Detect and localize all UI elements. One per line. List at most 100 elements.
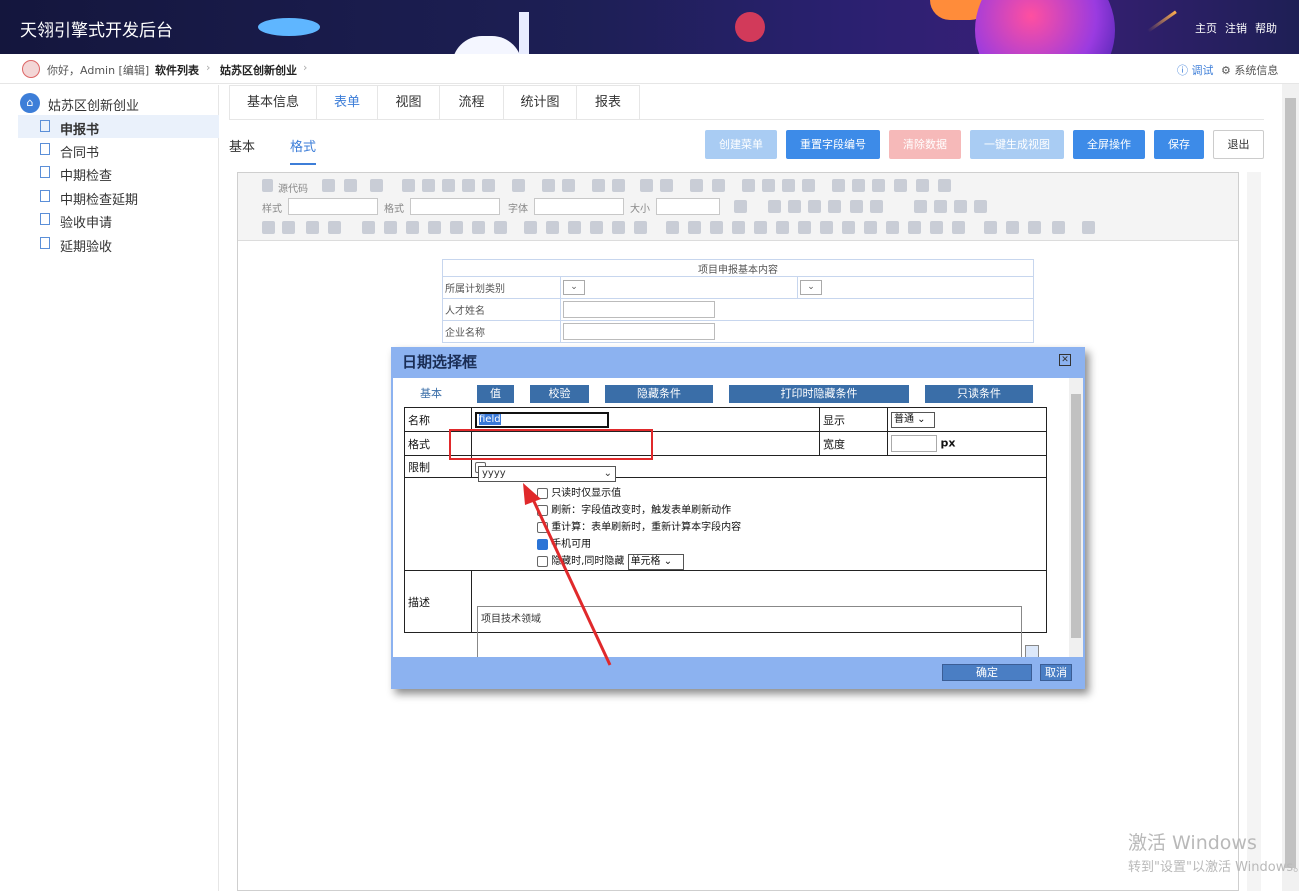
width-input[interactable] xyxy=(891,435,937,452)
preview-icon[interactable] xyxy=(344,179,357,192)
editor-scrollbar[interactable] xyxy=(1247,172,1261,891)
logout-link[interactable]: 注销 xyxy=(1225,22,1247,35)
circle-control-icon[interactable] xyxy=(886,221,899,234)
align-left-icon[interactable] xyxy=(914,200,927,213)
table-icon[interactable] xyxy=(872,179,885,192)
font-select[interactable] xyxy=(534,198,624,215)
reset-field-number-button[interactable]: 重置字段编号 xyxy=(786,130,880,159)
fullscreen-button[interactable]: 全屏操作 xyxy=(1073,130,1145,159)
underline-icon[interactable] xyxy=(808,200,821,213)
map-control-icon[interactable] xyxy=(710,221,723,234)
hide-target-select[interactable]: 单元格 ⌄ xyxy=(627,554,684,570)
div-icon[interactable] xyxy=(802,179,815,192)
image-icon[interactable] xyxy=(832,179,845,192)
spellcheck-icon[interactable] xyxy=(512,179,525,192)
checkbox-control-icon[interactable] xyxy=(262,221,275,234)
view-control-icon[interactable] xyxy=(546,221,559,234)
number-control-icon[interactable] xyxy=(930,221,943,234)
page-scrollbar[interactable] xyxy=(1282,84,1299,891)
user-control-icon[interactable] xyxy=(406,221,419,234)
greeting[interactable]: 你好，Admin [编辑] xyxy=(47,62,149,78)
bullet-list-icon[interactable] xyxy=(712,179,725,192)
generate-view-button[interactable]: 一键生成视图 xyxy=(970,130,1064,159)
hr-icon[interactable] xyxy=(894,179,907,192)
smiley-icon[interactable] xyxy=(916,179,929,192)
tab-report[interactable]: 报表 xyxy=(576,85,640,120)
cube-control-icon[interactable] xyxy=(688,221,701,234)
breadcrumb-software-list[interactable]: 软件列表 xyxy=(155,62,199,78)
eraser-icon[interactable] xyxy=(660,179,673,192)
source-icon[interactable] xyxy=(262,179,273,192)
anchor-icon[interactable] xyxy=(1028,221,1041,234)
align-right-icon[interactable] xyxy=(954,200,967,213)
bg-color-icon[interactable] xyxy=(1082,221,1095,234)
sidebar-item-delayed-acceptance[interactable]: 延期验收 xyxy=(18,232,219,255)
dialog-tab-validation[interactable]: 校验 xyxy=(530,385,589,403)
photo-control-icon[interactable] xyxy=(754,221,767,234)
calc-control-icon[interactable] xyxy=(612,221,625,234)
help-link[interactable]: 帮助 xyxy=(1255,22,1277,35)
dialog-tab-hide-condition[interactable]: 隐藏条件 xyxy=(605,385,713,403)
replace-icon[interactable] xyxy=(612,179,625,192)
format-select[interactable] xyxy=(410,198,500,215)
select-all-icon[interactable] xyxy=(640,179,653,192)
breadcrumb-current-app[interactable]: 姑苏区创新创业 xyxy=(220,62,297,78)
tab-flow[interactable]: 流程 xyxy=(439,85,504,120)
tab-chart[interactable]: 统计图 xyxy=(503,85,577,120)
name-input[interactable]: field xyxy=(475,411,609,428)
chart-control-icon[interactable] xyxy=(732,221,745,234)
align-justify-icon[interactable] xyxy=(974,200,987,213)
grid-control-icon[interactable] xyxy=(634,221,647,234)
dialog-tab-print-hide-condition[interactable]: 打印时隐藏条件 xyxy=(729,385,909,403)
display-select[interactable]: 普通 ⌄ xyxy=(891,411,935,428)
system-info-link[interactable]: ⚙ 系统信息 xyxy=(1221,62,1278,78)
link-icon[interactable] xyxy=(984,221,997,234)
bold-icon[interactable] xyxy=(768,200,781,213)
company-name-field[interactable] xyxy=(563,323,715,340)
cut-icon[interactable] xyxy=(402,179,415,192)
chevron-down-icon[interactable]: ⌄ xyxy=(800,280,822,295)
sidebar-item-midterm-check[interactable]: 中期检查 xyxy=(18,161,219,184)
close-icon[interactable]: ✕ xyxy=(1059,354,1071,366)
exit-button[interactable]: 退出 xyxy=(1213,130,1264,159)
strike-icon[interactable] xyxy=(828,200,841,213)
home-link[interactable]: 主页 xyxy=(1195,22,1217,35)
date-control-icon[interactable] xyxy=(384,221,397,234)
dialog-tab-value[interactable]: 值 xyxy=(477,385,514,403)
format-select[interactable]: yyyy ⌄ xyxy=(478,466,616,482)
chevron-down-icon[interactable]: ⌄ xyxy=(563,280,585,295)
undo-icon[interactable] xyxy=(542,179,555,192)
paste-icon[interactable] xyxy=(442,179,455,192)
description-helper-icon[interactable] xyxy=(1025,645,1039,657)
line-control-icon[interactable] xyxy=(952,221,965,234)
button-control-icon[interactable] xyxy=(524,221,537,234)
textarea-control-icon[interactable] xyxy=(328,221,341,234)
outdent-icon[interactable] xyxy=(742,179,755,192)
maximize-icon[interactable] xyxy=(734,200,747,213)
tab-view[interactable]: 视图 xyxy=(377,85,440,120)
tab-control-icon[interactable] xyxy=(568,221,581,234)
sign-control-icon[interactable] xyxy=(776,221,789,234)
redo-icon[interactable] xyxy=(562,179,575,192)
find-icon[interactable] xyxy=(592,179,605,192)
subscript-icon[interactable] xyxy=(850,200,863,213)
size-select[interactable] xyxy=(656,198,720,215)
thermometer-control-icon[interactable] xyxy=(798,221,811,234)
stop-control-icon[interactable] xyxy=(908,221,921,234)
dialog-tab-readonly-condition[interactable]: 只读条件 xyxy=(925,385,1033,403)
text-color-icon[interactable] xyxy=(1052,221,1065,234)
special-char-icon[interactable] xyxy=(938,179,951,192)
department-control-icon[interactable] xyxy=(428,221,441,234)
quote-icon[interactable] xyxy=(782,179,795,192)
source-code-button[interactable]: 源代码 xyxy=(278,180,308,195)
page-scrollbar-thumb[interactable] xyxy=(1285,98,1296,868)
sidebar-item-acceptance-request[interactable]: 验收申请 xyxy=(18,208,219,231)
italic-icon[interactable] xyxy=(788,200,801,213)
debug-link[interactable]: ⓘ 调试 xyxy=(1177,62,1214,78)
image-control-icon[interactable] xyxy=(494,221,507,234)
dialog-tab-basic[interactable]: 基本 xyxy=(402,385,460,403)
toolbar-icon[interactable] xyxy=(322,179,335,192)
cancel-button[interactable]: 取消 xyxy=(1040,664,1072,681)
subtab-basic[interactable]: 基本 xyxy=(229,136,255,155)
dialog-scrollbar-thumb[interactable] xyxy=(1071,394,1081,638)
